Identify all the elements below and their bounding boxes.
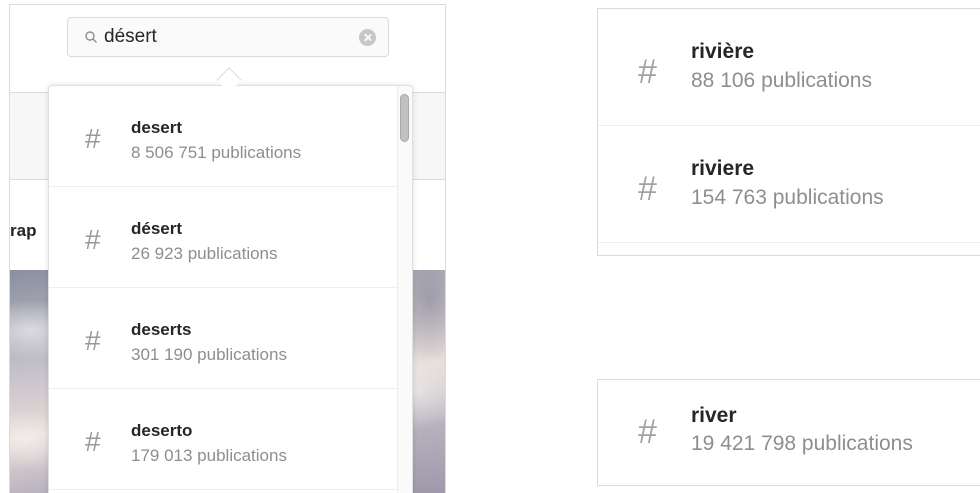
hashtag-icon: # [638,170,657,208]
scrollbar-track[interactable] [397,86,412,493]
left-search-panel: désert rap # desert 8 506 751 publicatio… [9,4,446,493]
hashtag-icon: # [638,413,657,451]
hashtag-icon: # [85,325,101,356]
clear-icon[interactable] [359,29,376,46]
result-item[interactable]: # deserts 301 190 publications [49,288,399,389]
result-item[interactable]: # rivière 88 106 publications [598,9,980,126]
result-item[interactable]: # river 19 421 798 publications [598,380,980,487]
hashtag-name: rivière [691,40,755,63]
partial-heading: rap [10,221,37,240]
hashtag-count: 19 421 798 publications [691,432,913,455]
hashtag-name: riviere [691,157,755,180]
hashtag-count: 26 923 publications [131,244,278,263]
hashtag-count: 88 106 publications [691,69,872,92]
hashtag-icon: # [85,426,101,457]
hashtag-card-top: # rivière 88 106 publications # riviere … [597,8,980,256]
hashtag-icon: # [638,53,657,91]
hashtag-icon: # [85,123,101,154]
hashtag-name: deserts [131,320,192,339]
hashtag-icon: # [85,224,101,255]
hashtag-count: 154 763 publications [691,186,884,209]
hashtag-count: 301 190 publications [131,345,287,364]
result-item[interactable]: # desert 8 506 751 publications [49,86,399,187]
result-item[interactable]: # deserto 179 013 publications [49,389,399,490]
result-item[interactable]: # riviere 154 763 publications [598,126,980,243]
hashtag-name: désert [131,219,183,238]
hashtag-name: deserto [131,421,193,440]
search-input[interactable]: désert [67,17,389,57]
hashtag-name: river [691,404,737,427]
hashtag-count: 179 013 publications [131,446,287,465]
hashtag-count: 8 506 751 publications [131,143,302,162]
result-item[interactable]: # désert 26 923 publications [49,187,399,288]
search-query: désert [104,26,157,47]
search-results-dropdown: # desert 8 506 751 publications # désert… [48,85,413,493]
hashtag-name: desert [131,118,183,137]
search-icon [85,31,97,43]
hashtag-card-bottom: # river 19 421 798 publications [597,379,980,486]
scrollbar-thumb[interactable] [400,94,409,142]
